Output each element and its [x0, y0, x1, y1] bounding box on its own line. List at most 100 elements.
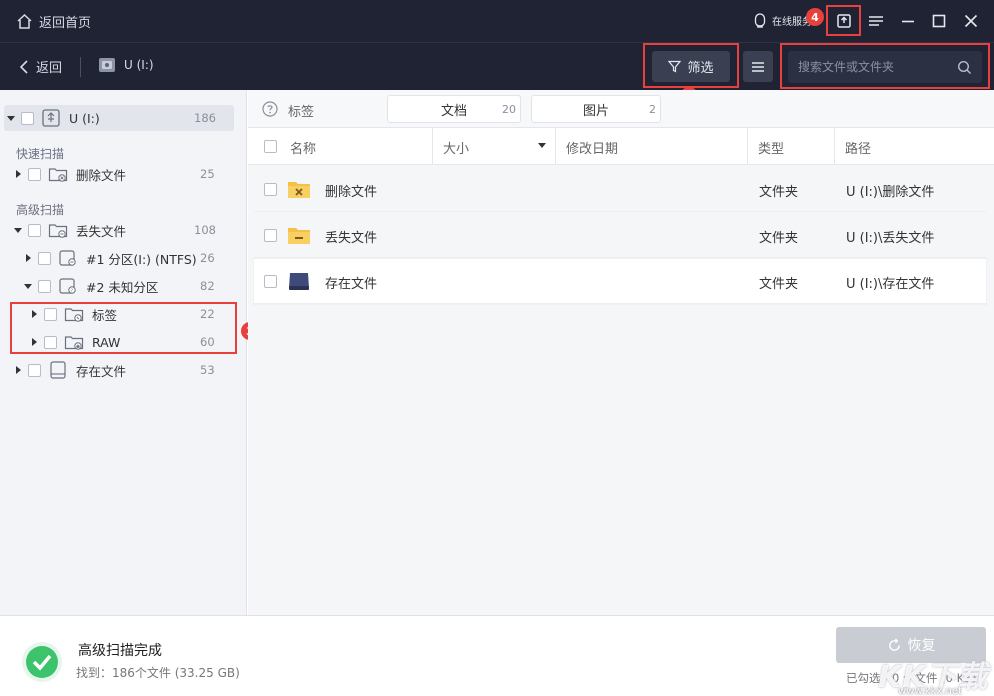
- tree-item-label: 标签: [92, 307, 118, 323]
- column-divider[interactable]: [555, 128, 556, 165]
- home-button[interactable]: 返回首页: [16, 12, 91, 31]
- support-icon: [754, 13, 766, 28]
- tree-item-count: 108: [194, 223, 216, 237]
- export-icon: [837, 14, 851, 28]
- row-path: U (I:)\丢失文件: [846, 231, 935, 246]
- home-icon: [17, 13, 32, 29]
- minimize-icon: [902, 20, 914, 23]
- help-icon[interactable]: [262, 101, 278, 117]
- checkbox[interactable]: [38, 251, 51, 265]
- deleted-folder-icon: [48, 168, 68, 182]
- search-input[interactable]: [798, 60, 957, 74]
- tree-item-label: 丢失文件: [76, 223, 127, 239]
- row-checkbox[interactable]: [264, 229, 277, 242]
- back-button[interactable]: 返回: [18, 57, 62, 76]
- row-checkbox[interactable]: [264, 183, 277, 196]
- row-name: 删除文件: [325, 185, 378, 200]
- checkbox[interactable]: [44, 307, 57, 321]
- tree-item-label: 存在文件: [76, 363, 127, 379]
- row-path: U (I:)\删除文件: [846, 185, 935, 200]
- expand-right-icon[interactable]: [14, 170, 22, 178]
- menu-lines-icon: [869, 16, 883, 26]
- checkbox[interactable]: [44, 335, 57, 349]
- expand-right-icon[interactable]: [24, 254, 32, 262]
- export-button[interactable]: [834, 11, 854, 31]
- tree-item-partition-1[interactable]: #1 分区(I:) (NTFS) 26: [24, 245, 234, 271]
- chevron-left-icon: [19, 59, 28, 74]
- tree-item-count: 60: [200, 335, 215, 349]
- column-header-modified[interactable]: 修改日期: [566, 138, 618, 157]
- row-name: 存在文件: [325, 277, 378, 292]
- filter-icon: [668, 60, 682, 73]
- category-count: 20: [502, 102, 516, 116]
- row-type: 文件夹: [759, 185, 799, 200]
- close-button[interactable]: [961, 11, 981, 31]
- search-box[interactable]: [788, 51, 982, 83]
- toolbar-divider: [80, 57, 81, 77]
- tree-item-deleted-files[interactable]: 删除文件 25: [14, 161, 234, 187]
- row-checkbox[interactable]: [264, 275, 277, 288]
- category-filter-bar: 标签 文档 20 图片 2: [248, 90, 994, 128]
- deleted-folder-icon: [288, 182, 310, 198]
- checkbox[interactable]: [38, 279, 51, 293]
- expand-right-icon[interactable]: [30, 338, 38, 346]
- usb-drive-icon: [42, 109, 60, 127]
- tree-item-tags[interactable]: 标签 22: [30, 301, 220, 327]
- column-header-name[interactable]: 名称: [290, 138, 316, 157]
- expand-down-icon[interactable]: [24, 282, 32, 290]
- unknown-partition-icon: ?: [59, 278, 76, 294]
- tree-item-count: 22: [200, 307, 215, 321]
- column-header-path[interactable]: 路径: [845, 138, 871, 157]
- column-header-size[interactable]: 大小: [443, 138, 469, 157]
- check-circle-icon: [22, 642, 62, 682]
- sidebar-tree: U (I:) 186 快速扫描 删除文件 25 高级扫描 丢失文件 108 #1…: [0, 90, 247, 615]
- checkbox[interactable]: [21, 111, 34, 125]
- annotation-badge-4: 4: [806, 8, 824, 26]
- table-row[interactable]: 丢失文件 文件夹 U (I:)\丢失文件: [254, 213, 986, 258]
- category-documents[interactable]: 文档 20: [387, 95, 521, 123]
- tree-item-existing-files[interactable]: 存在文件 53: [14, 357, 234, 383]
- tree-item-partition-2[interactable]: ? #2 未知分区 82: [24, 273, 234, 299]
- expand-right-icon[interactable]: [14, 366, 22, 374]
- menu-button[interactable]: [866, 11, 886, 31]
- column-header-type[interactable]: 类型: [758, 138, 784, 157]
- expand-down-icon[interactable]: [7, 114, 15, 122]
- column-divider[interactable]: [432, 128, 433, 165]
- title-bar: 返回首页 在线服务 4: [0, 0, 994, 42]
- maximize-icon: [932, 14, 946, 28]
- table-row[interactable]: 删除文件 文件夹 U (I:)\删除文件: [254, 167, 986, 212]
- table-row[interactable]: 存在文件 文件夹 U (I:)\存在文件: [254, 259, 986, 304]
- search-icon[interactable]: [957, 60, 972, 75]
- sort-down-icon[interactable]: [538, 143, 546, 149]
- tag-label: 标签: [288, 105, 315, 120]
- category-count: 2: [649, 102, 656, 116]
- view-mode-button[interactable]: [743, 51, 773, 82]
- checkbox[interactable]: [28, 167, 41, 181]
- tree-item-lost-files[interactable]: 丢失文件 108: [14, 217, 234, 243]
- usb-drive-icon: [99, 58, 115, 72]
- tree-item-label: #2 未知分区: [86, 279, 159, 295]
- minimize-button[interactable]: [898, 11, 918, 31]
- category-pictures[interactable]: 图片 2: [531, 95, 661, 123]
- tree-item-drive-root[interactable]: U (I:) 186: [4, 105, 234, 131]
- row-type: 文件夹: [759, 231, 799, 246]
- online-service-button[interactable]: 在线服务: [752, 12, 812, 29]
- column-divider[interactable]: [834, 128, 835, 165]
- tree-item-label: RAW: [92, 334, 121, 350]
- tree-item-count: 186: [194, 111, 216, 125]
- filter-button[interactable]: 筛选: [652, 51, 730, 82]
- expand-right-icon[interactable]: [30, 310, 38, 318]
- select-all-checkbox[interactable]: [264, 140, 277, 153]
- list-view-icon: [752, 61, 764, 72]
- home-label: 返回首页: [39, 16, 92, 31]
- row-type: 文件夹: [759, 277, 799, 292]
- scan-status-title: 高级扫描完成: [78, 643, 162, 659]
- checkbox[interactable]: [28, 223, 41, 237]
- lost-folder-icon: [288, 228, 310, 244]
- expand-down-icon[interactable]: [14, 226, 22, 234]
- category-label: 图片: [583, 103, 610, 119]
- checkbox[interactable]: [28, 363, 41, 377]
- tree-item-raw[interactable]: RAW 60: [30, 329, 220, 355]
- maximize-button[interactable]: [929, 11, 949, 31]
- column-divider[interactable]: [747, 128, 748, 165]
